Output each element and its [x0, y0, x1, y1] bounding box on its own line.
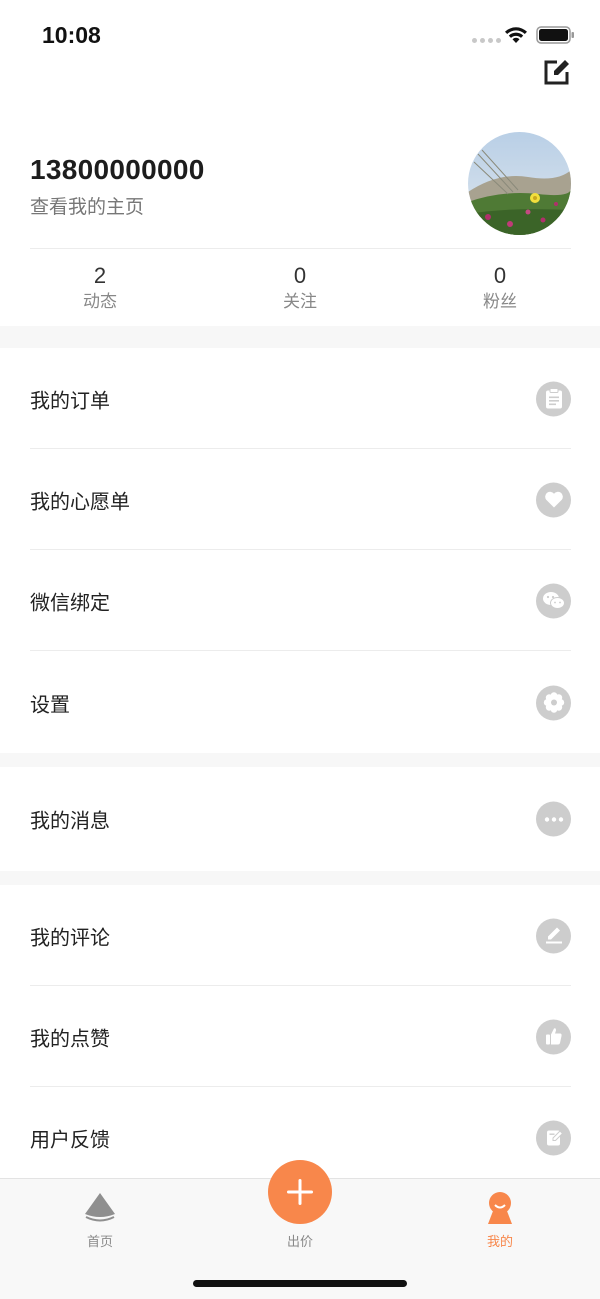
menu-item-settings[interactable]: 设置 — [0, 652, 600, 753]
edit-icon — [544, 60, 569, 85]
stat-followers-label: 粉丝 — [483, 292, 517, 312]
menu-item-label: 微信绑定 — [30, 590, 110, 614]
pen-icon — [536, 918, 571, 953]
stat-posts[interactable]: 2 动态 — [30, 262, 170, 314]
tab-label: 我的 — [486, 1235, 513, 1250]
menu-item-orders[interactable]: 我的订单 — [0, 348, 600, 449]
heart-icon — [536, 482, 571, 517]
divider — [30, 650, 571, 651]
user-phone: 13800000000 — [30, 154, 205, 185]
gear-icon — [536, 685, 571, 720]
stat-following-count: 0 — [293, 263, 307, 288]
home-icon — [85, 1193, 115, 1222]
battery-icon — [536, 26, 574, 44]
tab-label: 出价 — [286, 1235, 313, 1250]
stats-row: 2 动态 0 关注 0 粉丝 — [0, 262, 600, 326]
status-time: 10:08 — [42, 22, 101, 48]
tab-label: 首页 — [86, 1235, 113, 1250]
menu-item-label: 我的评论 — [30, 925, 110, 949]
menu-item-messages[interactable]: 我的消息 — [0, 767, 600, 871]
signal-icon — [472, 38, 501, 43]
stat-posts-count: 2 — [93, 263, 107, 288]
stat-followers-count: 0 — [493, 263, 507, 288]
menu-item-label: 设置 — [30, 692, 70, 716]
clipboard-icon — [536, 381, 571, 416]
stat-followers[interactable]: 0 粉丝 — [430, 262, 570, 314]
stat-following-label: 关注 — [283, 292, 317, 312]
menu-item-label: 我的订单 — [30, 388, 110, 412]
avatar[interactable] — [468, 132, 571, 235]
menu-item-wishlist[interactable]: 我的心愿单 — [0, 449, 600, 550]
status-bar: 10:08 — [0, 0, 600, 72]
bid-button[interactable] — [268, 1160, 332, 1224]
menu-item-label: 用户反馈 — [30, 1127, 110, 1151]
stat-posts-label: 动态 — [83, 292, 117, 312]
wechat-icon — [536, 583, 571, 618]
profile-divider — [30, 248, 571, 249]
feedback-icon — [536, 1120, 571, 1155]
section-gap — [0, 871, 600, 885]
wifi-icon — [505, 27, 527, 43]
section-gap — [0, 753, 600, 767]
plus-icon — [287, 1179, 313, 1205]
menu-item-label: 我的消息 — [30, 808, 110, 833]
profile-icon — [488, 1192, 512, 1224]
menu-item-label: 我的点赞 — [30, 1026, 110, 1050]
edit-profile-button[interactable] — [543, 58, 573, 88]
view-homepage-link[interactable]: 查看我的主页 — [30, 192, 144, 219]
menu-item-comments[interactable]: 我的评论 — [0, 885, 600, 986]
menu-item-likes[interactable]: 我的点赞 — [0, 986, 600, 1087]
menu-item-label: 我的心愿单 — [30, 489, 130, 513]
stat-following[interactable]: 0 关注 — [230, 262, 370, 314]
more-icon — [536, 801, 571, 837]
home-indicator — [193, 1280, 407, 1287]
tab-mine[interactable]: 我的 — [440, 1179, 560, 1269]
tab-home[interactable]: 首页 — [40, 1179, 160, 1269]
thumbs-up-icon — [536, 1019, 571, 1054]
section-gap — [0, 326, 600, 348]
profile-header: 13800000000 查看我的主页 — [0, 120, 600, 250]
menu-item-wechat-binding[interactable]: 微信绑定 — [0, 550, 600, 651]
